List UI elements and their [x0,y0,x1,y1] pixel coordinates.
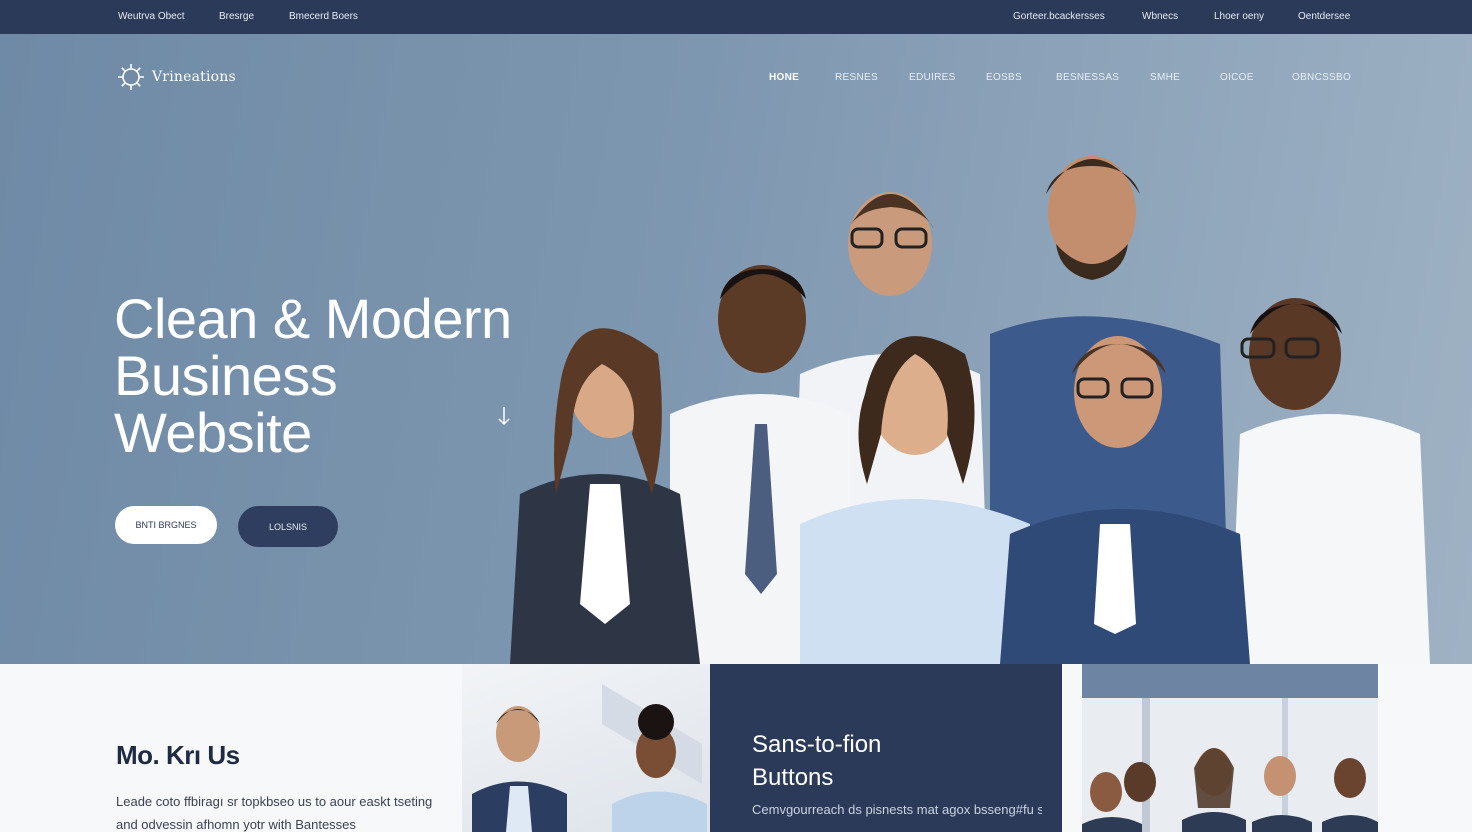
topbar-link[interactable]: Lhoer oeny [1214,11,1264,22]
duo-photo-illustration [472,684,707,832]
hero-headline: Clean & Modern Business Website [114,290,554,461]
group-photo [1082,664,1378,832]
hero-section: Vrineations HONE RESNES EDUIRES EOSBS BE… [0,34,1472,664]
primary-cta-button[interactable]: BNTI BRGNES [115,506,217,544]
person-figure [510,328,700,664]
headline-line: Website [114,401,312,464]
feature-title: Sans-to-fion Buttons [752,728,881,794]
team-photo [510,156,1430,664]
gear-sun-logo-icon [118,64,144,90]
nav-item[interactable]: OBNCSSBO [1292,72,1351,83]
topbar-link[interactable]: Weutrva Obect [118,11,185,22]
top-utility-bar: Weutrva Obect Bresrge Bmecerd Boers Gort… [0,0,1472,34]
topbar-link[interactable]: Bresrge [219,11,254,22]
nav-item[interactable]: OICOE [1220,72,1254,83]
feature-title-line: Sans-to-fion [752,731,882,758]
person-figure [1230,298,1430,664]
about-title: Mo. Krı Us [116,740,240,770]
headline-line: Clean & Modern [114,287,512,350]
nav-item[interactable]: EDUIRES [909,72,956,83]
nav-item[interactable]: RESNES [835,72,878,83]
nav-item[interactable]: BESNESSAS [1056,72,1119,83]
topbar-link[interactable]: Oentdersee [1298,11,1350,22]
feature-title-line: Buttons [752,764,834,791]
nav-item[interactable]: EOSBS [986,72,1022,83]
topbar-link[interactable]: Gorteer.bcackersses [1013,11,1105,22]
duo-photo [462,664,710,832]
group-photo-header [1082,664,1378,698]
secondary-cta-button[interactable]: LOLSNIS [238,506,338,547]
brand-name: Vrineations [152,69,236,85]
headline-line: Business [114,344,338,407]
feature-text: Cemvgourreach ds pisnests mat agox bssen… [752,802,1042,817]
nav-item[interactable]: SMHE [1150,72,1180,83]
brand-logo[interactable]: Vrineations [116,62,236,92]
nav-item-home[interactable]: HONE [769,72,799,83]
topbar-link[interactable]: Bmecerd Boers [289,11,358,22]
topbar-link[interactable]: Wbnecs [1142,11,1178,22]
about-text: Leade coto ffbiragı sr topkbseo us to ao… [116,794,433,832]
